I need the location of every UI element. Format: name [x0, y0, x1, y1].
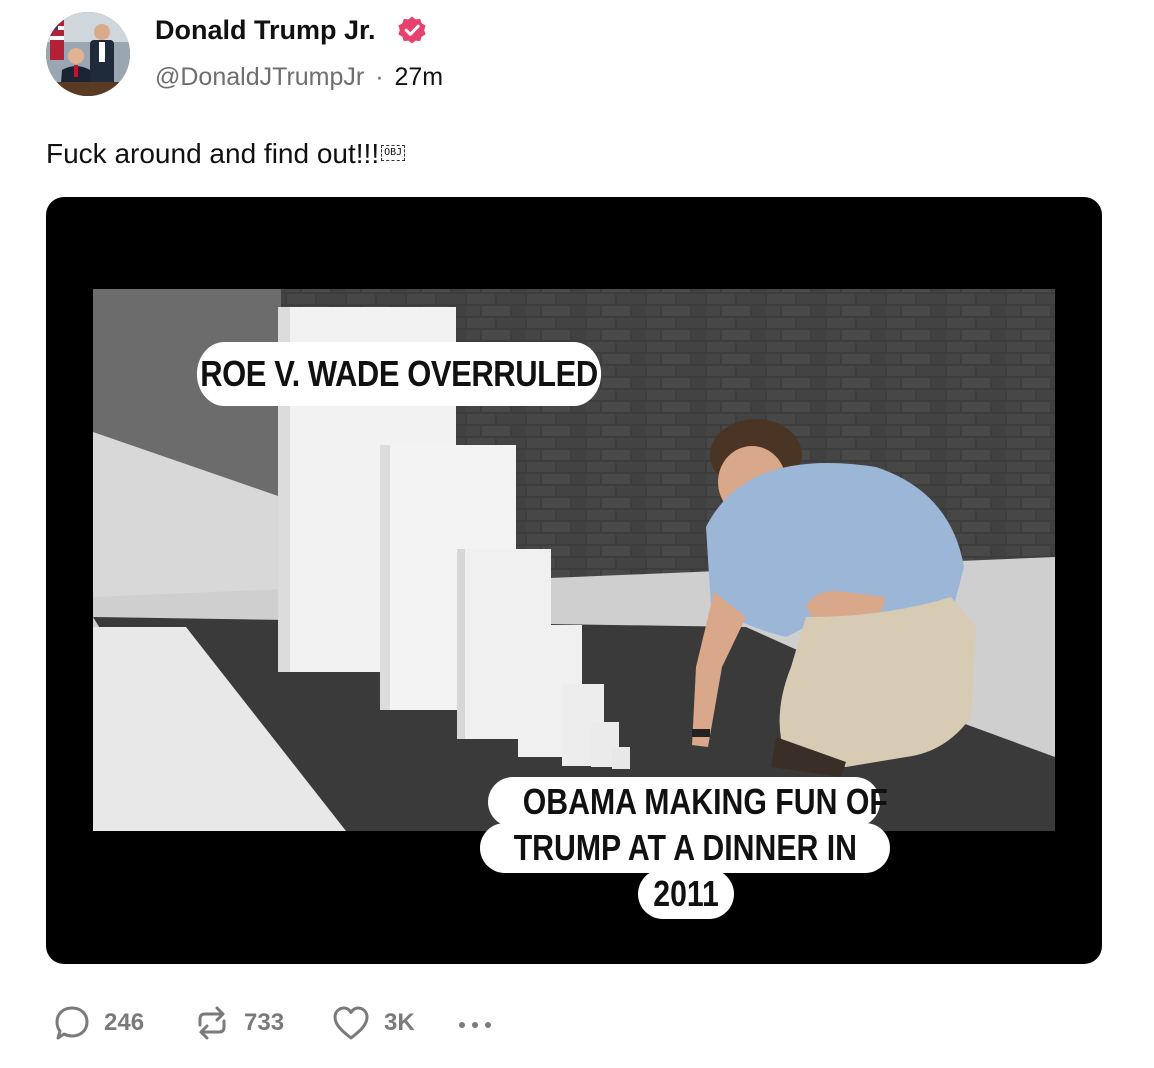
handle-line: @DonaldJTrumpJr · 27m — [155, 60, 443, 94]
caption-top: ROE V. WADE OVERRULED — [196, 342, 602, 406]
heart-icon — [333, 1006, 369, 1040]
caption-bottom-line-2: TRUMP AT A DINNER IN — [480, 823, 890, 873]
like-button[interactable]: 3K — [330, 1000, 415, 1046]
more-dots-icon — [459, 1022, 491, 1028]
caption-bottom: OBAMA MAKING FUN OF TRUMP AT A DINNER IN… — [466, 777, 906, 927]
timestamp[interactable]: 27m — [394, 63, 443, 91]
repost-button[interactable]: 733 — [192, 1000, 284, 1046]
post-text-content: Fuck around and find out!!! — [46, 138, 380, 169]
verified-badge-icon — [398, 16, 426, 44]
caption-bottom-line-1-text: OBAMA MAKING FUN OF — [522, 781, 888, 822]
object-replacement-glyph: OBJ — [381, 145, 406, 161]
post-card: Donald Trump Jr. @DonaldJTrumpJr · 27m F… — [0, 0, 1154, 1068]
handle[interactable]: @DonaldJTrumpJr — [155, 63, 364, 91]
caption-bottom-line-3-text: 2011 — [653, 873, 719, 914]
avatar-image — [46, 12, 130, 96]
display-name[interactable]: Donald Trump Jr. — [155, 12, 376, 48]
reply-button[interactable]: 246 — [52, 1000, 144, 1046]
caption-bottom-line-2-text: TRUMP AT A DINNER IN — [513, 827, 857, 868]
separator: · — [375, 63, 384, 91]
post-text: Fuck around and find out!!! OBJ — [46, 136, 406, 172]
post-media-image[interactable]: ROE V. WADE OVERRULED OBAMA MAKING FUN O… — [46, 197, 1102, 964]
repost-arrows-icon — [198, 1006, 226, 1040]
action-bar: 246 733 3K — [52, 1000, 532, 1046]
caption-bottom-line-1: OBAMA MAKING FUN OF — [488, 777, 888, 827]
repost-count: 733 — [244, 1009, 285, 1036]
more-options-button[interactable] — [456, 1000, 496, 1046]
avatar[interactable] — [46, 12, 130, 96]
reply-count: 246 — [104, 1009, 145, 1036]
reply-bubble-icon — [55, 1006, 89, 1040]
like-count: 3K — [384, 1009, 415, 1036]
caption-bottom-line-3: 2011 — [638, 869, 734, 919]
